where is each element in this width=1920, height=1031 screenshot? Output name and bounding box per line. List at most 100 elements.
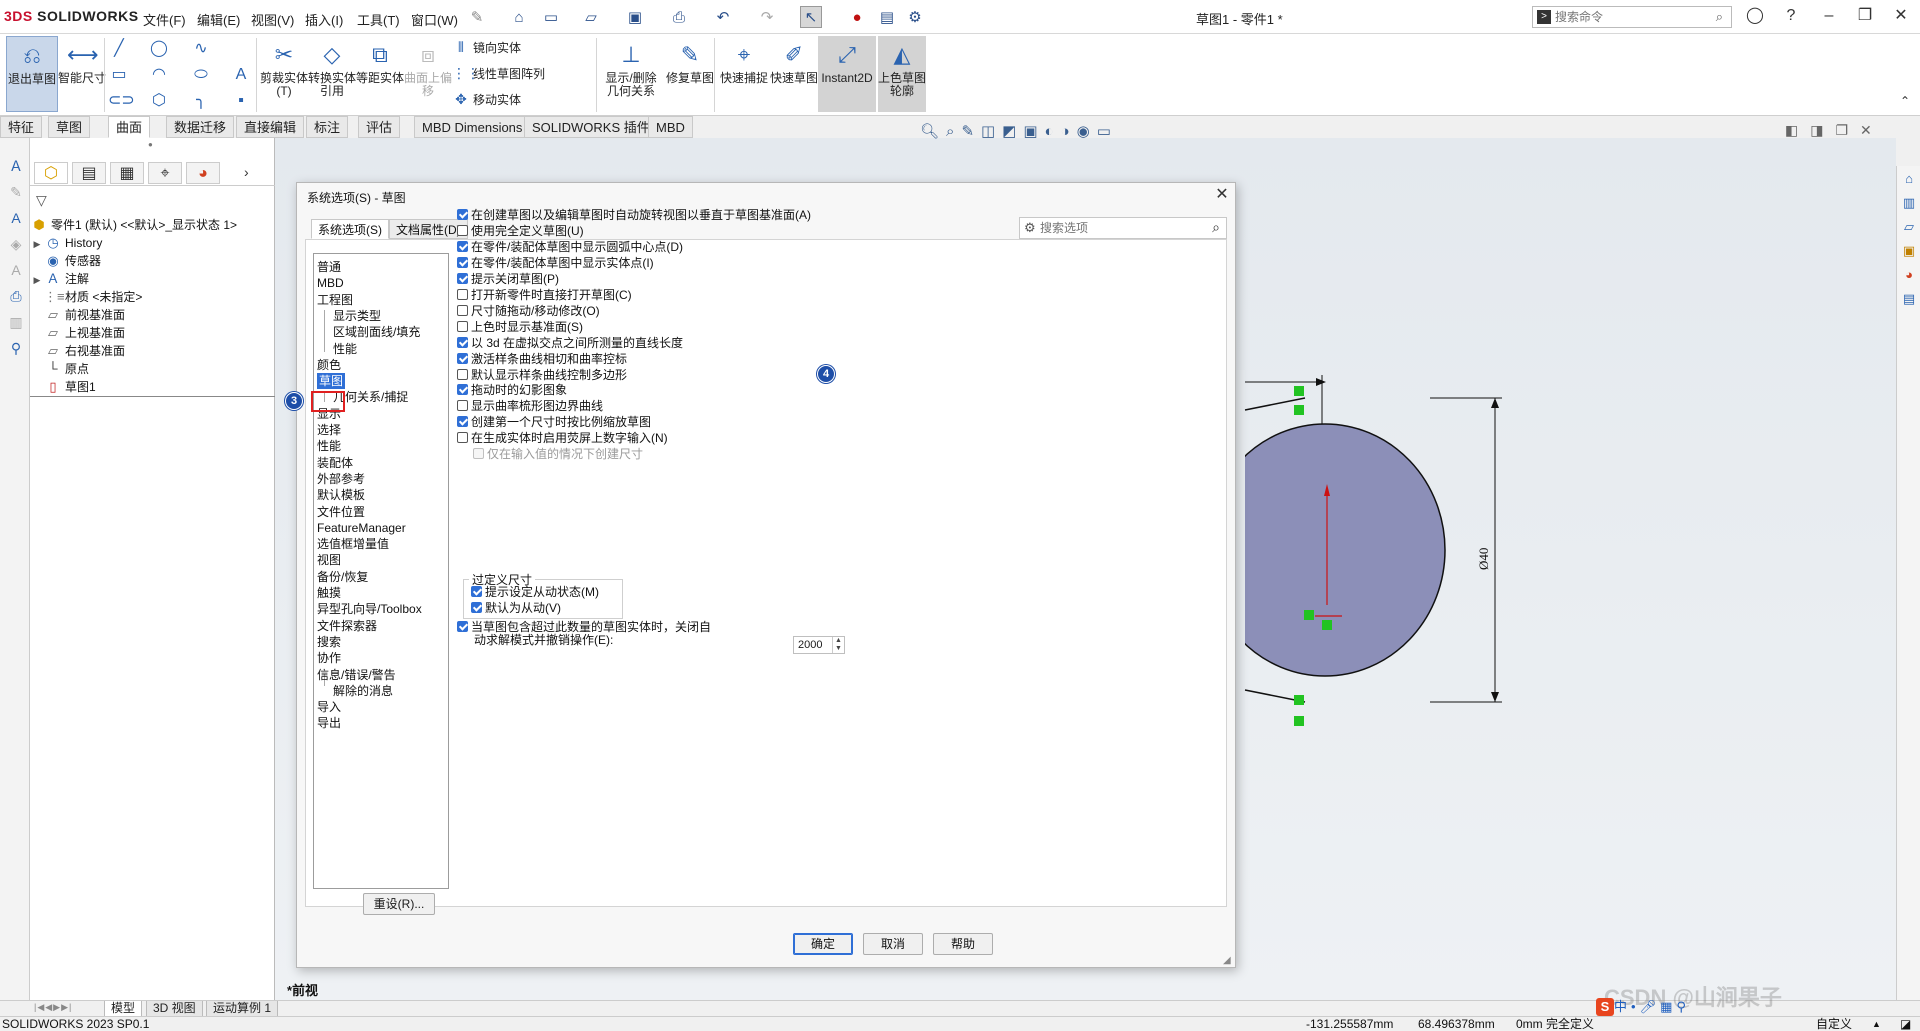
reset-button[interactable]: 重设(R)... [363, 893, 435, 915]
smart-dimension-button[interactable]: ⟷ 智能尺寸 [56, 36, 108, 112]
layer-icon[interactable]: ▥ [6, 312, 26, 332]
nav-item[interactable]: 显示类型 [333, 308, 381, 324]
help-button[interactable]: 帮助 [933, 933, 993, 955]
sketch-option[interactable]: 尺寸随拖动/移动修改(O) [457, 303, 600, 319]
linear-pattern-button[interactable]: ⋮⋮线性草图阵列 [452, 62, 545, 84]
tab-scroll-arrows-icon[interactable]: |◀◀▶▶| [34, 1002, 72, 1013]
sketch-option[interactable]: 在零件/装配体草图中显示圆弧中心点(D) [457, 239, 683, 255]
tolerance-icon[interactable]: ◈ [6, 234, 26, 254]
tree-item-sketch1[interactable]: ▯ 草图1 [44, 376, 95, 398]
menu-file[interactable]: 文件(F) [143, 10, 186, 29]
option-default-driven[interactable]: 默认为从动(V) [471, 600, 561, 616]
panel-grip-icon[interactable]: ● [148, 140, 153, 149]
collapse-ribbon-icon[interactable]: ⌃ [1900, 94, 1910, 108]
exit-sketch-button[interactable]: ⎌ 退出草图 [6, 36, 58, 112]
checkbox[interactable] [457, 336, 468, 348]
offset-on-surface-button[interactable]: ⧈ 曲面上偏移 [402, 36, 454, 112]
tab-document-properties[interactable]: 文档属性(D) [389, 219, 468, 239]
annotation-icon[interactable]: A [6, 208, 26, 228]
dialog-close-icon[interactable]: ✕ [1212, 185, 1232, 205]
view-palette-icon[interactable]: ▣ [1900, 242, 1918, 260]
viewport-controls[interactable]: ◧◨❐✕ [1785, 122, 1884, 139]
command-search-input[interactable] [1555, 8, 1705, 26]
nav-item[interactable]: 区域剖面线/填充 [333, 324, 420, 340]
tab-motion-study[interactable]: 运动算例 1 [206, 1001, 279, 1017]
measure-icon[interactable]: ⚲ [6, 338, 26, 358]
checkbox[interactable] [457, 368, 468, 380]
nav-item[interactable]: 颜色 [317, 357, 341, 373]
checkbox[interactable] [471, 586, 482, 597]
minimize-icon[interactable]: – [1814, 4, 1844, 28]
polygon-icon[interactable]: ⬡ [148, 90, 170, 112]
checkbox[interactable] [457, 240, 468, 252]
checkbox[interactable] [457, 209, 468, 220]
tab-markup[interactable]: 标注 [306, 116, 349, 138]
slot-icon[interactable]: ⊂⊃ [108, 90, 135, 112]
search-icon[interactable]: ⌕ [1212, 219, 1220, 236]
sketch-option[interactable]: 在生成实体时启用荧屏上数字输入(N) [457, 430, 668, 446]
tab-configurationmanager-icon[interactable]: ▦ [110, 162, 144, 184]
resize-grip-icon[interactable]: ◢ [1223, 955, 1231, 966]
nav-item[interactable]: 视图 [317, 552, 341, 568]
rollback-bar[interactable] [30, 396, 275, 397]
entity-limit-spinbox[interactable]: 2000 ▲ ▼ [793, 636, 845, 654]
print-icon[interactable]: ⎙ [668, 6, 690, 28]
option-prompt-driven-state[interactable]: 提示设定从动状态(M) [471, 584, 599, 600]
checkbox[interactable] [457, 256, 468, 268]
nav-item[interactable]: 协作 [317, 650, 341, 666]
solidworks-logo[interactable]: 3DS SOLIDWORKS [4, 8, 139, 24]
nav-item[interactable]: 解除的消息 [333, 683, 393, 699]
edit-icon[interactable]: ✎ [6, 182, 26, 202]
checkbox[interactable] [457, 621, 468, 632]
sketch-option[interactable]: 创建第一个尺寸时按比例缩放草图 [457, 414, 651, 430]
arc-icon[interactable]: ◠ [148, 64, 170, 86]
nav-item[interactable]: 装配体 [317, 455, 353, 471]
tab-mbd-dimensions[interactable]: MBD Dimensions [414, 116, 531, 138]
nav-item[interactable]: 选择 [317, 422, 341, 438]
checkbox[interactable] [457, 304, 468, 316]
circle-icon[interactable]: ◯ [148, 38, 170, 60]
checkbox[interactable] [457, 432, 468, 444]
nav-item[interactable]: 选值框增量值 [317, 536, 389, 552]
sketch-geometry[interactable]: Ø40 [1230, 370, 1530, 770]
repair-sketch-button[interactable]: ✎ 修复草图 [664, 36, 716, 112]
redo-icon[interactable]: ↷ [756, 6, 778, 28]
nav-item[interactable]: 性能 [317, 438, 341, 454]
sketch-option[interactable]: 显示曲率梳形图边界曲线 [457, 398, 603, 414]
nav-item[interactable]: 文件位置 [317, 504, 365, 520]
unit-system[interactable]: 自定义 [1816, 1017, 1852, 1031]
tab-surfaces[interactable]: 曲面 [108, 116, 151, 138]
menu-view[interactable]: 视图(V) [251, 10, 294, 29]
select-icon[interactable]: ↖ [800, 6, 822, 28]
nav-item[interactable]: 搜索 [317, 634, 341, 650]
expand-arrow-icon[interactable]: ▶ [30, 269, 44, 291]
spin-arrows-icon[interactable]: ▲ ▼ [832, 637, 844, 653]
sketch-option[interactable]: 激活样条曲线相切和曲率控标 [457, 351, 627, 367]
menu-tools[interactable]: 工具(T) [357, 10, 400, 29]
nav-item[interactable]: 普通 [317, 259, 341, 275]
solidworks-resources-icon[interactable]: ⌂ [1900, 170, 1918, 188]
sketch-option[interactable]: 上色时显示基准面(S) [457, 319, 583, 335]
save-icon[interactable]: ▣ [624, 6, 646, 28]
sketch-option[interactable]: 提示关闭草图(P) [457, 271, 559, 287]
file-properties-icon[interactable]: ▤ [876, 6, 898, 28]
tab-mbd[interactable]: MBD [648, 116, 693, 138]
heads-up-view-toolbar[interactable]: 🔍︎⌕✎◫◩▣◐◑◉▭ [920, 122, 1118, 140]
tab-model[interactable]: 模型 [104, 1001, 143, 1017]
sketch-option[interactable]: 默认显示样条曲线控制多边形 [457, 367, 627, 383]
nav-item[interactable]: 工程图 [317, 292, 353, 308]
checkbox[interactable] [473, 448, 484, 460]
nav-item[interactable]: 导入 [317, 699, 341, 715]
trim-button[interactable]: ✂ 剪裁实体(T) [258, 36, 310, 112]
shaded-sketch-contours-button[interactable]: ◭ 上色草图轮廓 [878, 36, 926, 112]
checkbox[interactable] [457, 288, 468, 300]
tab-3d-views[interactable]: 3D 视图 [146, 1001, 203, 1017]
note-icon[interactable]: A [6, 260, 26, 280]
tab-features[interactable]: 特征 [0, 116, 43, 138]
line-icon[interactable]: ╱ [108, 38, 130, 60]
display-delete-relations-button[interactable]: ⊥ 显示/删除几何关系 [602, 36, 660, 112]
undo-icon[interactable]: ↶ [712, 6, 734, 28]
sketch-option[interactable]: 在零件/装配体草图中显示实体点(I) [457, 255, 654, 271]
nav-item[interactable]: 默认模板 [317, 487, 365, 503]
nav-item[interactable]: 信息/错误/警告 [317, 667, 396, 683]
